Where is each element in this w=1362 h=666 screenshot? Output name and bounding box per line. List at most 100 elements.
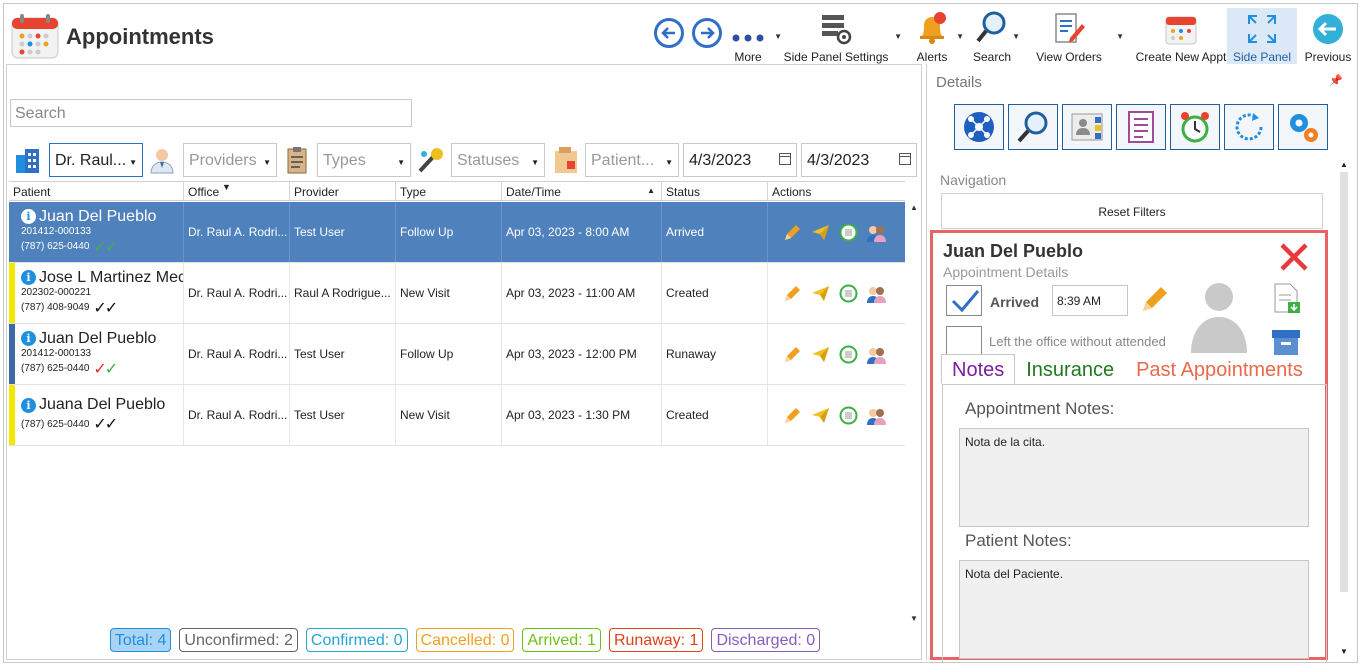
scroll-down-icon[interactable]: ▼ (1340, 647, 1348, 656)
counter-badge[interactable]: Total: 4 (109, 628, 172, 652)
counter-badge[interactable]: Runaway: 1 (608, 628, 704, 652)
appointment-notes-field[interactable]: Nota de la cita. (959, 428, 1309, 527)
column-header-provider[interactable]: Provider (290, 182, 396, 200)
document-list-icon[interactable] (1116, 104, 1166, 150)
column-header-status[interactable]: Status (662, 182, 768, 200)
counter-badge[interactable]: Cancelled: 0 (415, 628, 515, 652)
page-title: Appointments (66, 24, 214, 49)
patient-cell[interactable]: i Juan Del Pueblo 201412-000133 (787) 625-0… (9, 324, 184, 384)
scroll-down-icon[interactable]: ▼ (910, 614, 918, 623)
search-input[interactable]: Search (10, 99, 412, 127)
appointment-details-card: Juan Del Pueblo Appointment Details Arri… (930, 230, 1328, 663)
status-stripe (9, 385, 15, 445)
document-download-icon[interactable] (1269, 281, 1303, 315)
patient-cell[interactable]: i Juan Del Pueblo 201412-000133 (787) 625-0… (9, 202, 184, 262)
counter-badge[interactable]: Unconfirmed: 2 (179, 628, 298, 652)
side-panel-settings-button[interactable]: Side Panel Settings ▼ (782, 8, 902, 64)
column-header-datetime[interactable]: Date/Time ▲ (502, 182, 662, 200)
counter-badge[interactable]: Confirmed: 0 (305, 628, 408, 652)
date-from-input[interactable]: 4/3/2023 (683, 143, 797, 177)
details-scrollbar[interactable]: ▲ ▼ (1337, 158, 1351, 658)
search-button[interactable]: Search ▼ (972, 8, 1020, 64)
back-arrow-icon[interactable] (654, 18, 684, 48)
table-row[interactable]: i Juan Del Pueblo 201412-000133 (787) 625-0… (9, 202, 905, 263)
table-row[interactable]: i Jose L Martinez Mec 202302-000221 (787) 4… (9, 263, 905, 324)
patient-cell[interactable]: i Jose L Martinez Mec 202302-000221 (787) 4… (9, 263, 184, 323)
edit-pencil-icon[interactable] (782, 283, 803, 304)
info-icon[interactable]: i (21, 270, 36, 285)
scroll-thumb[interactable] (1340, 172, 1348, 592)
staff-icon[interactable] (866, 405, 887, 426)
tab-notes[interactable]: Notes (941, 354, 1016, 384)
details-title: Details (936, 74, 982, 91)
chevron-down-icon[interactable]: ▼ (1116, 32, 1124, 41)
arrived-checkbox[interactable] (946, 285, 982, 316)
grid-scrollbar[interactable]: ▲ ▼ (907, 201, 921, 625)
recurring-icon[interactable] (838, 344, 859, 365)
recurring-icon[interactable] (838, 283, 859, 304)
column-header-patient[interactable]: Patient (9, 182, 184, 200)
send-icon[interactable] (810, 344, 831, 365)
calendar-picker-icon[interactable] (899, 153, 911, 165)
send-icon[interactable] (810, 222, 831, 243)
alerts-button[interactable]: Alerts ▼ (912, 8, 964, 64)
patient-name: Jose L Martinez Mec (39, 268, 184, 286)
left-office-checkbox[interactable] (946, 326, 982, 357)
contact-card-icon[interactable] (1062, 104, 1112, 150)
office-select[interactable]: Dr. Raul... ▼ (49, 143, 143, 177)
edit-pencil-icon[interactable] (1137, 283, 1171, 317)
arrived-time-input[interactable]: 8:39 AM (1052, 285, 1128, 316)
info-icon[interactable]: i (21, 209, 36, 224)
side-panel-button[interactable]: Side Panel (1227, 8, 1297, 64)
pin-icon[interactable]: 📌 (1329, 74, 1343, 87)
table-row[interactable]: i Juan Del Pueblo 201412-000133 (787) 625-0… (9, 324, 905, 385)
previous-button[interactable]: Previous (1304, 8, 1352, 64)
counter-badge[interactable]: Arrived: 1 (522, 628, 601, 652)
edit-pencil-icon[interactable] (782, 405, 803, 426)
info-icon[interactable]: i (21, 397, 36, 413)
statuses-select[interactable]: Statuses ▼ (451, 143, 545, 177)
patient-select[interactable]: Patient... ▼ (585, 143, 679, 177)
alarm-clock-icon[interactable] (1170, 104, 1220, 150)
more-button[interactable]: More ▼ (728, 8, 782, 64)
create-new-appt-button[interactable]: Create New Appt (1130, 8, 1232, 64)
chevron-down-icon[interactable]: ▼ (956, 32, 964, 41)
staff-icon[interactable] (866, 344, 887, 365)
gears-icon[interactable] (1278, 104, 1328, 150)
chevron-down-icon[interactable]: ▼ (774, 32, 782, 41)
reset-filters-button[interactable]: Reset Filters (941, 193, 1323, 229)
send-icon[interactable] (810, 405, 831, 426)
network-icon[interactable] (954, 104, 1004, 150)
scroll-up-icon[interactable]: ▲ (1340, 160, 1348, 169)
info-icon[interactable]: i (21, 331, 36, 346)
details-tabs: Notes Insurance Past Appointments (941, 354, 1314, 384)
refresh-icon[interactable] (1224, 104, 1274, 150)
tab-past-appointments[interactable]: Past Appointments (1125, 354, 1314, 384)
staff-icon[interactable] (866, 283, 887, 304)
recurring-icon[interactable] (838, 405, 859, 426)
column-header-office[interactable]: Office ▼ (184, 182, 290, 200)
view-orders-button[interactable]: View Orders ▼ (1032, 8, 1124, 64)
counter-badge[interactable]: Discharged: 0 (711, 628, 821, 652)
edit-pencil-icon[interactable] (782, 344, 803, 365)
forward-arrow-icon[interactable] (692, 18, 722, 48)
types-select[interactable]: Types ▼ (317, 143, 411, 177)
chevron-down-icon[interactable]: ▼ (1012, 32, 1020, 41)
filter-icon[interactable]: ▼ (222, 182, 231, 192)
send-icon[interactable] (810, 283, 831, 304)
edit-pencil-icon[interactable] (782, 222, 803, 243)
scroll-up-icon[interactable]: ▲ (910, 203, 918, 212)
close-icon[interactable] (1276, 239, 1312, 275)
search-icon[interactable] (1008, 104, 1058, 150)
column-header-type[interactable]: Type (396, 182, 502, 200)
chevron-down-icon[interactable]: ▼ (894, 32, 902, 41)
tab-insurance[interactable]: Insurance (1015, 354, 1125, 384)
providers-select[interactable]: Providers ▼ (183, 143, 277, 177)
calendar-picker-icon[interactable] (779, 153, 791, 165)
patient-notes-field[interactable]: Nota del Paciente. (959, 560, 1309, 659)
patient-cell[interactable]: i Juana Del Pueblo (787) 625-0440 ✓✓ (9, 385, 184, 445)
staff-icon[interactable] (866, 222, 887, 243)
table-row[interactable]: i Juana Del Pueblo (787) 625-0440 ✓✓ Dr. Rau… (9, 385, 905, 446)
recurring-icon[interactable] (838, 222, 859, 243)
date-to-input[interactable]: 4/3/2023 (801, 143, 917, 177)
